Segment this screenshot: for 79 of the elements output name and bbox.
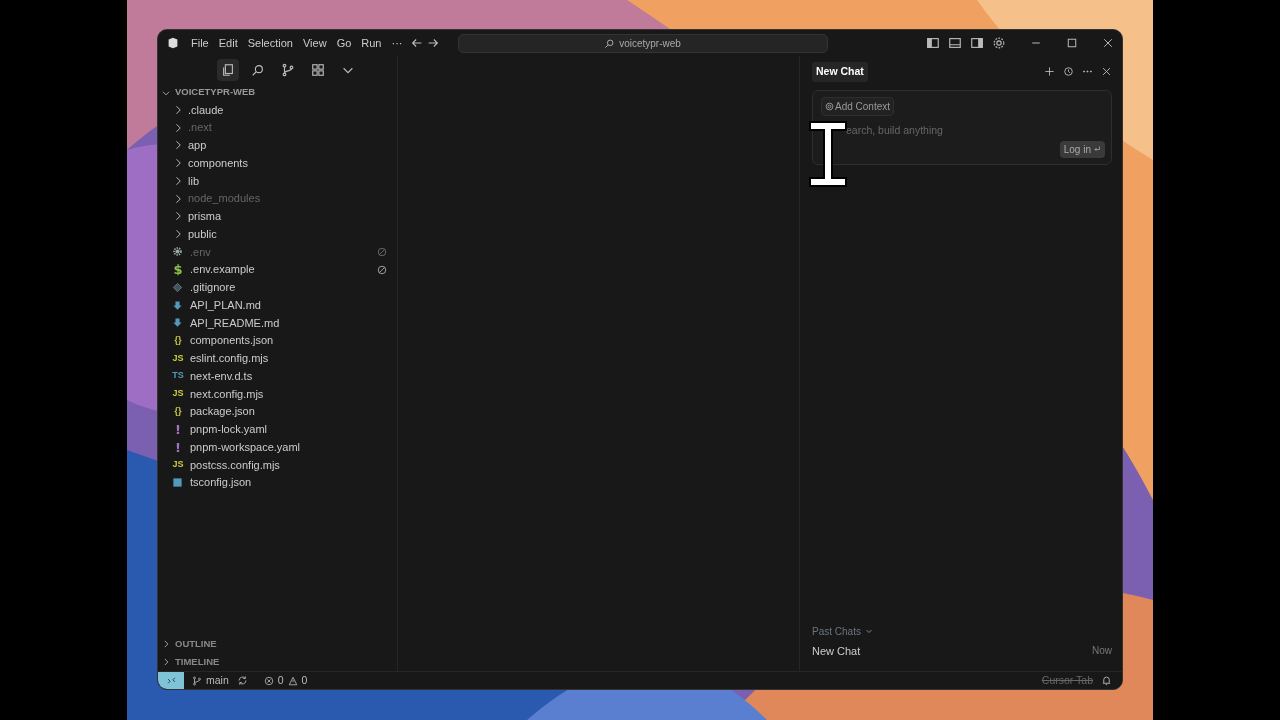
problems-button[interactable]: 0 0: [263, 672, 308, 689]
app-logo-icon[interactable]: [166, 36, 180, 50]
files-icon: [220, 63, 235, 77]
chat-tab[interactable]: New Chat: [812, 62, 868, 82]
folder-entry[interactable]: components: [158, 154, 397, 172]
file-type-icon: TS: [172, 369, 184, 383]
gear-icon: [172, 246, 183, 258]
folder-entry[interactable]: app: [158, 136, 397, 155]
explorer-tab[interactable]: [216, 59, 239, 81]
down-arrow-icon: [172, 299, 183, 311]
search-icon: [604, 37, 616, 49]
file-type-icon: JS: [172, 458, 184, 472]
placeholder-text: earch, build anything: [845, 122, 944, 138]
file-type-icon: {}: [172, 333, 184, 348]
file-type-icon: JS: [172, 351, 184, 366]
sidebar-toggle-icon[interactable]: [926, 36, 940, 50]
branch-button[interactable]: main: [192, 672, 229, 689]
sync-icon[interactable]: [236, 675, 248, 686]
maximize-icon[interactable]: [1066, 37, 1078, 49]
history-icon[interactable]: [1063, 66, 1074, 78]
warning-icon: [287, 675, 298, 686]
file-type-icon: JS: [172, 387, 184, 401]
folder-entry[interactable]: prisma: [158, 207, 397, 226]
section-header[interactable]: TIMELINE: [158, 653, 397, 671]
branch-icon: [280, 63, 295, 77]
diamond-icon: [172, 281, 183, 293]
close-icon[interactable]: [1101, 66, 1112, 78]
login-button[interactable]: Log in: [1059, 140, 1105, 158]
explorer-entry[interactable]: JS postcss.config.mjs: [158, 456, 397, 474]
explorer-entry[interactable]: {} components.json: [158, 331, 397, 350]
back-arrow-icon[interactable]: [409, 36, 424, 50]
error-icon: [263, 675, 274, 686]
explorer-entry[interactable]: ! pnpm-lock.yaml: [158, 420, 397, 439]
blocks-icon: [310, 63, 325, 77]
close-icon[interactable]: [1102, 37, 1114, 49]
secondary-sidebar-icon[interactable]: [970, 36, 984, 50]
enter-key-icon: [1093, 145, 1101, 154]
chat-history-item[interactable]: New Chat Now: [812, 638, 1112, 663]
add-context-button[interactable]: Add Context: [821, 96, 895, 116]
file-type-icon: {}: [172, 404, 184, 419]
bell-icon[interactable]: [1101, 675, 1112, 686]
menu-item[interactable]: View: [297, 34, 332, 52]
folder-entry[interactable]: lib: [158, 172, 397, 190]
remote-button[interactable]: [158, 671, 184, 689]
explorer-entry[interactable]: API_README.md: [158, 314, 397, 332]
file-type-icon: !: [172, 422, 184, 436]
square-icon: [172, 477, 183, 489]
search-icon: [250, 63, 265, 77]
past-chats-toggle[interactable]: Past Chats: [812, 623, 1112, 639]
panel-toggle-icon[interactable]: [948, 36, 962, 50]
explorer-entry[interactable]: JS eslint.config.mjs: [158, 349, 397, 368]
explorer-entry[interactable]: $ .env.example: [158, 260, 397, 279]
explorer-entry[interactable]: ! pnpm-workspace.yaml: [158, 438, 397, 456]
explorer-header[interactable]: VOICETYPR-WEB: [158, 84, 397, 101]
folder-entry[interactable]: .claude: [158, 101, 397, 119]
plus-icon[interactable]: [1044, 66, 1055, 78]
explorer-entry[interactable]: TS next-env.d.ts: [158, 367, 397, 385]
text-cursor-icon: [809, 120, 847, 187]
menu-item[interactable]: Go: [331, 34, 357, 52]
branch-icon: [192, 675, 202, 686]
file-type-icon: $: [172, 263, 184, 277]
explorer-entry[interactable]: .gitignore: [158, 278, 397, 297]
explorer-entry[interactable]: API_PLAN.md: [158, 296, 397, 314]
explorer-entry[interactable]: JS next.config.mjs: [158, 385, 397, 403]
search-field[interactable]: voicetypr-web: [457, 33, 828, 53]
menu-item[interactable]: Selection: [242, 34, 298, 52]
settings-icon[interactable]: [992, 36, 1006, 50]
down-arrow-icon: [172, 317, 183, 329]
menu-item[interactable]: File: [186, 34, 214, 52]
folder-entry[interactable]: public: [158, 225, 397, 243]
remote-icon: [165, 675, 177, 686]
explorer-entry[interactable]: tsconfig.json: [158, 473, 397, 492]
menu-item[interactable]: Run: [356, 34, 387, 52]
file-type-icon: !: [172, 440, 184, 454]
menu-item[interactable]: Edit: [213, 34, 243, 52]
explorer-entry[interactable]: {} package.json: [158, 402, 397, 421]
section-header[interactable]: OUTLINE: [158, 635, 397, 653]
menu-item[interactable]: ···: [386, 34, 408, 52]
chevron-down-icon: [864, 627, 873, 635]
